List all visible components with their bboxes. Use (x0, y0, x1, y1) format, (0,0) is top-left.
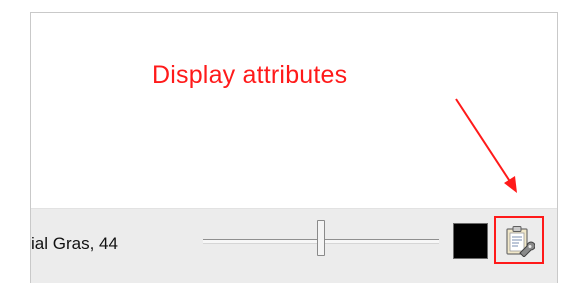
color-swatch[interactable] (453, 223, 488, 259)
clipboard-wrench-icon (506, 226, 535, 257)
toolbar: ial Gras, 44 (31, 208, 557, 283)
display-attributes-button[interactable] (494, 216, 544, 264)
font-label: ial Gras, 44 (31, 234, 118, 253)
slider-fill (203, 239, 321, 240)
screenshot-frame: Display attributes ial Gras, 44 (30, 12, 558, 283)
slider-thumb[interactable] (317, 220, 325, 256)
